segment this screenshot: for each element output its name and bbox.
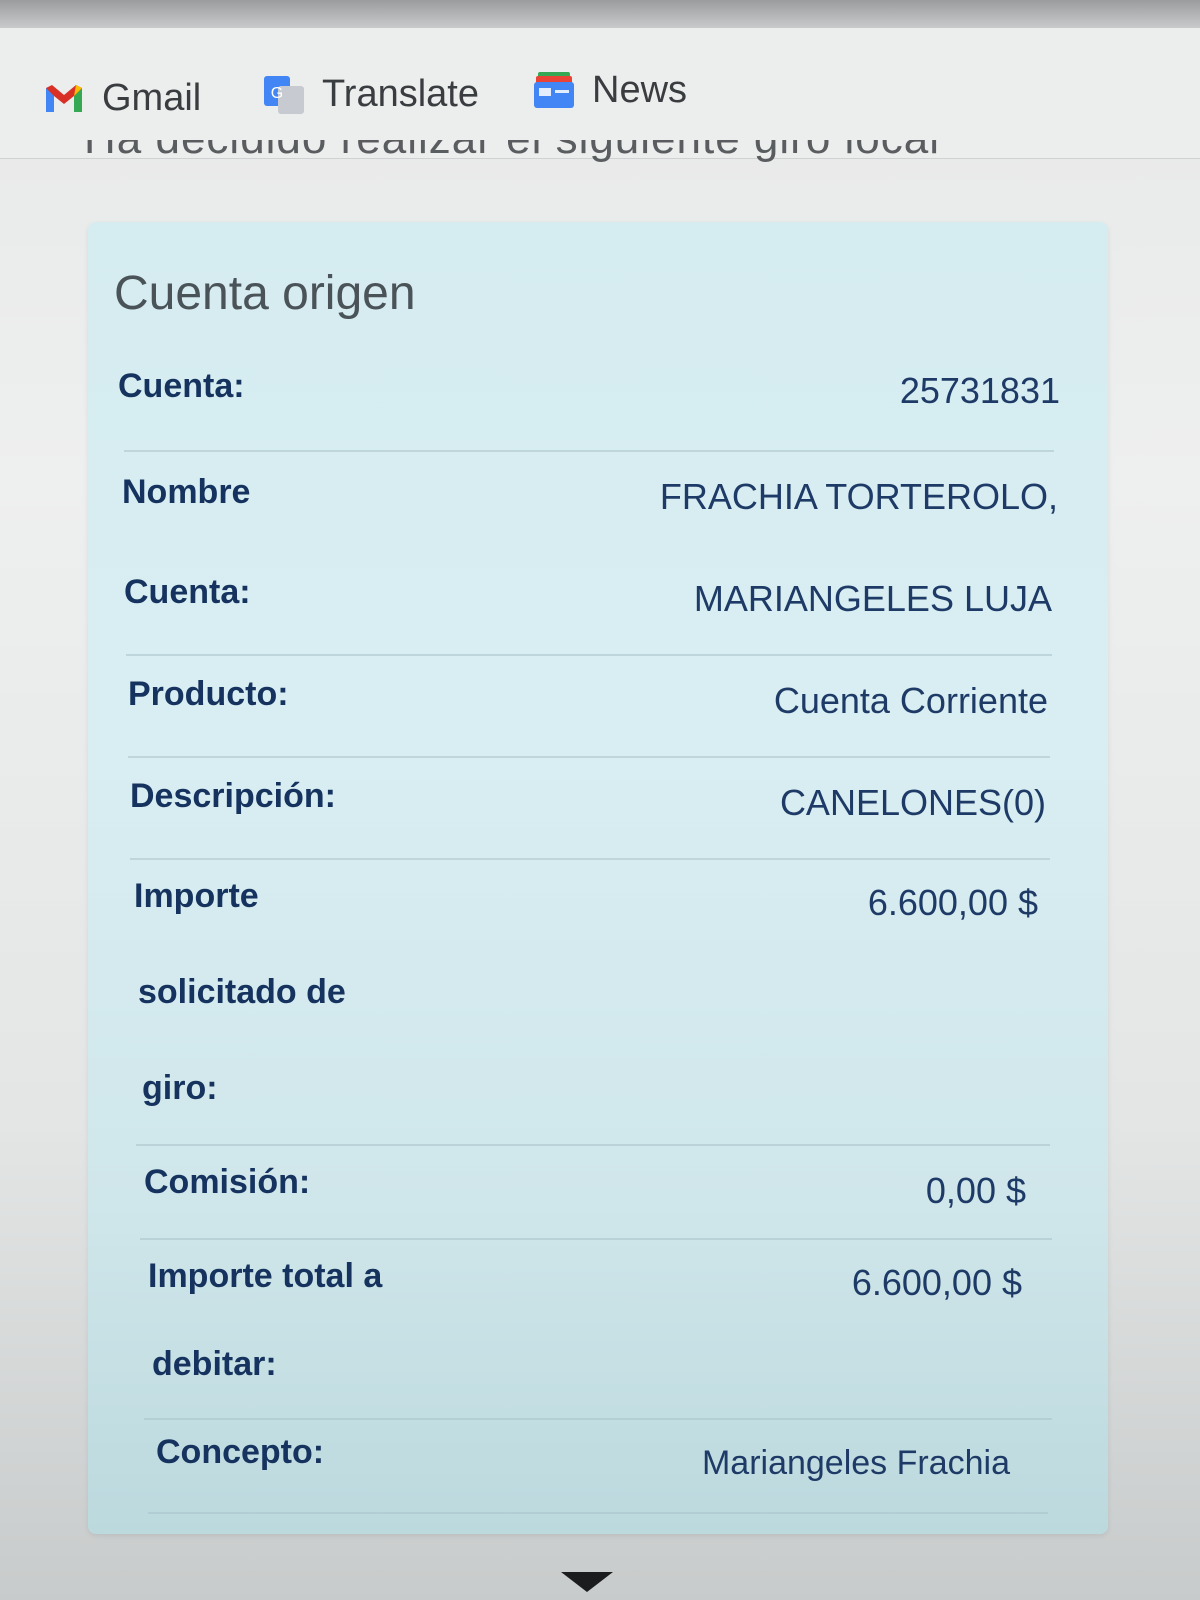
row-value-nombre: FRACHIA TORTEROLO, xyxy=(659,476,1058,517)
row-label-producto: Producto: xyxy=(128,675,289,713)
bookmark-translate[interactable]: G Translate xyxy=(262,72,479,116)
row-label-total-line2: debitar: xyxy=(152,1345,277,1383)
row-label-descripcion: Descripción: xyxy=(130,777,336,815)
origin-account-card: Cuenta origen Cuenta: 25731831 Nombre FR… xyxy=(88,222,1108,1534)
bookmark-label: Gmail xyxy=(102,76,202,119)
row-value-producto: Cuenta Corriente xyxy=(773,680,1048,721)
bookmark-gmail[interactable]: Gmail xyxy=(42,76,201,120)
row-value-concepto: Mariangeles Frachia xyxy=(701,1444,1010,1482)
scroll-down-arrow-icon[interactable] xyxy=(561,1572,613,1592)
row-label-comision: Comisión: xyxy=(144,1163,311,1201)
row-value-total: 6.600,00 $ xyxy=(851,1262,1022,1303)
row-label-cuenta: Cuenta: xyxy=(118,367,245,405)
news-icon xyxy=(532,68,576,112)
row-label-nombre: Nombre xyxy=(122,473,251,511)
row-label-importe-line3: giro: xyxy=(142,1069,218,1107)
gmail-icon xyxy=(42,76,86,120)
row-value-cuenta-2: MARIANGELES LUJA xyxy=(693,578,1052,619)
bookmark-label: News xyxy=(592,68,688,111)
partial-heading-text: Ha decidido realizar el siguiente giro l… xyxy=(84,140,940,164)
row-label-importe-line1: Importe xyxy=(134,877,259,915)
row-label-cuenta-2: Cuenta: xyxy=(124,573,251,611)
partial-heading: Ha decidido realizar el siguiente giro l… xyxy=(84,140,1004,170)
browser-top-edge xyxy=(0,0,1200,28)
row-value-cuenta: 25731831 xyxy=(899,370,1060,411)
divider xyxy=(130,858,1050,860)
svg-text:G: G xyxy=(271,85,283,102)
translate-icon: G xyxy=(262,72,306,116)
row-value-importe: 6.600,00 $ xyxy=(867,882,1038,923)
row-label-importe-line2: solicitado de xyxy=(138,973,346,1011)
bookmark-label: Translate xyxy=(322,72,479,115)
card-title: Cuenta origen xyxy=(114,267,416,320)
row-value-comision: 0,00 $ xyxy=(925,1170,1026,1211)
bookmark-news[interactable]: News xyxy=(532,68,687,112)
divider xyxy=(148,1512,1048,1514)
row-label-total-line1: Importe total a xyxy=(148,1257,383,1295)
row-value-descripcion: CANELONES(0) xyxy=(779,782,1046,823)
divider xyxy=(124,450,1054,452)
row-label-concepto: Concepto: xyxy=(156,1433,325,1471)
